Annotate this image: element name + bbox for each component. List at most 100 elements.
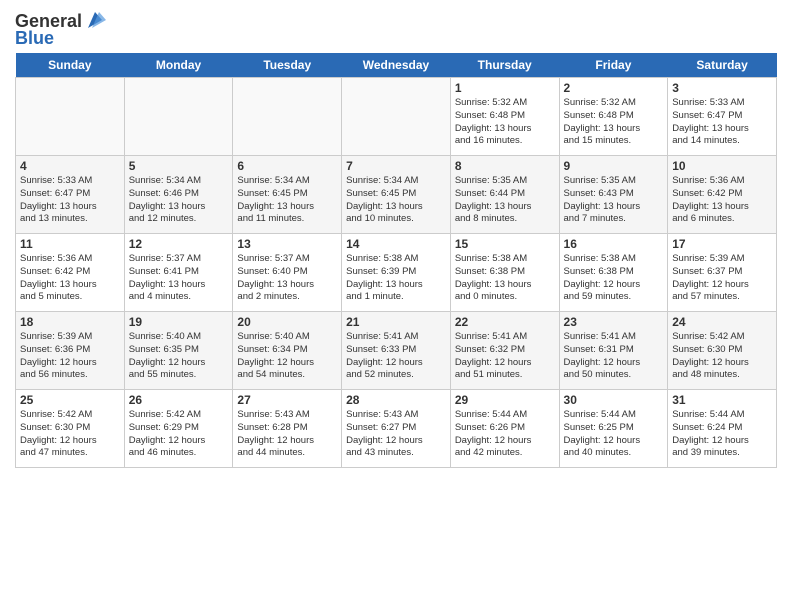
week-row-4: 18Sunrise: 5:39 AM Sunset: 6:36 PM Dayli… xyxy=(16,312,777,390)
calendar-cell: 7 Sunrise: 5:34 AM Sunset: 6:45 PM Daylig… xyxy=(342,156,451,234)
calendar-cell: 1 Sunrise: 5:32 AM Sunset: 6:48 PM Daylig… xyxy=(450,78,559,156)
day-number: 18 xyxy=(20,315,120,329)
day-info: Sunrise: 5:44 AM Sunset: 6:26 PM Dayligh… xyxy=(455,409,555,460)
day-info: Sunrise: 5:32 AM Sunset: 6:48 PM Dayligh… xyxy=(564,97,664,148)
day-number: 10 xyxy=(672,159,772,173)
day-number: 27 xyxy=(237,393,337,407)
calendar-cell: 25 Sunrise: 5:42 AM Sunset: 6:30 PM Dayli… xyxy=(16,390,125,468)
day-info: Sunrise: 5:35 AM Sunset: 6:43 PM Dayligh… xyxy=(564,175,664,226)
calendar-cell: 2 Sunrise: 5:32 AM Sunset: 6:48 PM Daylig… xyxy=(559,78,668,156)
day-header-tuesday: Tuesday xyxy=(233,53,342,78)
day-number: 28 xyxy=(346,393,446,407)
day-number: 2 xyxy=(564,81,664,95)
calendar-cell: 8Sunrise: 5:35 AM Sunset: 6:44 PM Daylig… xyxy=(450,156,559,234)
calendar-cell: 19 Sunrise: 5:40 AM Sunset: 6:35 PM Dayli… xyxy=(124,312,233,390)
day-info: Sunrise: 5:37 AM Sunset: 6:40 PM Dayligh… xyxy=(237,253,337,304)
day-header-wednesday: Wednesday xyxy=(342,53,451,78)
day-info: Sunrise: 5:44 AM Sunset: 6:25 PM Dayligh… xyxy=(564,409,664,460)
calendar-cell: 14Sunrise: 5:38 AM Sunset: 6:39 PM Dayli… xyxy=(342,234,451,312)
day-number: 7 xyxy=(346,159,446,173)
day-info: Sunrise: 5:34 AM Sunset: 6:45 PM Dayligh… xyxy=(237,175,337,226)
day-header-saturday: Saturday xyxy=(668,53,777,78)
header: General Blue xyxy=(15,10,777,49)
day-number: 9 xyxy=(564,159,664,173)
day-info: Sunrise: 5:40 AM Sunset: 6:35 PM Dayligh… xyxy=(129,331,229,382)
day-number: 20 xyxy=(237,315,337,329)
calendar-cell: 9 Sunrise: 5:35 AM Sunset: 6:43 PM Daylig… xyxy=(559,156,668,234)
week-row-2: 4Sunrise: 5:33 AM Sunset: 6:47 PM Daylig… xyxy=(16,156,777,234)
day-info: Sunrise: 5:43 AM Sunset: 6:28 PM Dayligh… xyxy=(237,409,337,460)
calendar-cell xyxy=(16,78,125,156)
calendar-cell: 26 Sunrise: 5:42 AM Sunset: 6:29 PM Dayli… xyxy=(124,390,233,468)
day-info: Sunrise: 5:42 AM Sunset: 6:30 PM Dayligh… xyxy=(672,331,772,382)
calendar-cell: 5 Sunrise: 5:34 AM Sunset: 6:46 PM Daylig… xyxy=(124,156,233,234)
calendar-cell xyxy=(233,78,342,156)
calendar-cell: 11Sunrise: 5:36 AM Sunset: 6:42 PM Dayli… xyxy=(16,234,125,312)
week-row-3: 11Sunrise: 5:36 AM Sunset: 6:42 PM Dayli… xyxy=(16,234,777,312)
day-number: 22 xyxy=(455,315,555,329)
calendar-cell: 28 Sunrise: 5:43 AM Sunset: 6:27 PM Dayli… xyxy=(342,390,451,468)
day-info: Sunrise: 5:38 AM Sunset: 6:38 PM Dayligh… xyxy=(455,253,555,304)
day-info: Sunrise: 5:41 AM Sunset: 6:33 PM Dayligh… xyxy=(346,331,446,382)
calendar-cell: 30Sunrise: 5:44 AM Sunset: 6:25 PM Dayli… xyxy=(559,390,668,468)
day-info: Sunrise: 5:40 AM Sunset: 6:34 PM Dayligh… xyxy=(237,331,337,382)
day-info: Sunrise: 5:38 AM Sunset: 6:38 PM Dayligh… xyxy=(564,253,664,304)
calendar-cell xyxy=(342,78,451,156)
calendar-cell: 6 Sunrise: 5:34 AM Sunset: 6:45 PM Daylig… xyxy=(233,156,342,234)
day-info: Sunrise: 5:36 AM Sunset: 6:42 PM Dayligh… xyxy=(20,253,120,304)
calendar-cell: 23 Sunrise: 5:41 AM Sunset: 6:31 PM Dayli… xyxy=(559,312,668,390)
days-header-row: SundayMondayTuesdayWednesdayThursdayFrid… xyxy=(16,53,777,78)
day-number: 17 xyxy=(672,237,772,251)
day-info: Sunrise: 5:32 AM Sunset: 6:48 PM Dayligh… xyxy=(455,97,555,148)
day-number: 24 xyxy=(672,315,772,329)
calendar-cell: 27 Sunrise: 5:43 AM Sunset: 6:28 PM Dayli… xyxy=(233,390,342,468)
day-number: 16 xyxy=(564,237,664,251)
day-number: 3 xyxy=(672,81,772,95)
day-info: Sunrise: 5:44 AM Sunset: 6:24 PM Dayligh… xyxy=(672,409,772,460)
day-info: Sunrise: 5:37 AM Sunset: 6:41 PM Dayligh… xyxy=(129,253,229,304)
day-number: 25 xyxy=(20,393,120,407)
day-number: 5 xyxy=(129,159,229,173)
calendar-cell: 29Sunrise: 5:44 AM Sunset: 6:26 PM Dayli… xyxy=(450,390,559,468)
day-number: 31 xyxy=(672,393,772,407)
day-info: Sunrise: 5:36 AM Sunset: 6:42 PM Dayligh… xyxy=(672,175,772,226)
day-info: Sunrise: 5:42 AM Sunset: 6:30 PM Dayligh… xyxy=(20,409,120,460)
day-info: Sunrise: 5:34 AM Sunset: 6:46 PM Dayligh… xyxy=(129,175,229,226)
logo: General Blue xyxy=(15,10,106,49)
day-number: 12 xyxy=(129,237,229,251)
day-number: 23 xyxy=(564,315,664,329)
logo-blue: Blue xyxy=(15,28,54,49)
logo-icon xyxy=(84,10,106,32)
day-info: Sunrise: 5:34 AM Sunset: 6:45 PM Dayligh… xyxy=(346,175,446,226)
day-number: 14 xyxy=(346,237,446,251)
day-info: Sunrise: 5:41 AM Sunset: 6:32 PM Dayligh… xyxy=(455,331,555,382)
day-number: 26 xyxy=(129,393,229,407)
calendar-cell: 21Sunrise: 5:41 AM Sunset: 6:33 PM Dayli… xyxy=(342,312,451,390)
week-row-5: 25 Sunrise: 5:42 AM Sunset: 6:30 PM Dayli… xyxy=(16,390,777,468)
day-number: 19 xyxy=(129,315,229,329)
calendar-cell: 20 Sunrise: 5:40 AM Sunset: 6:34 PM Dayli… xyxy=(233,312,342,390)
day-number: 6 xyxy=(237,159,337,173)
day-info: Sunrise: 5:42 AM Sunset: 6:29 PM Dayligh… xyxy=(129,409,229,460)
calendar-cell: 3Sunrise: 5:33 AM Sunset: 6:47 PM Daylig… xyxy=(668,78,777,156)
calendar-cell: 10 Sunrise: 5:36 AM Sunset: 6:42 PM Dayli… xyxy=(668,156,777,234)
calendar-cell: 17Sunrise: 5:39 AM Sunset: 6:37 PM Dayli… xyxy=(668,234,777,312)
day-header-friday: Friday xyxy=(559,53,668,78)
calendar-cell: 24 Sunrise: 5:42 AM Sunset: 6:30 PM Dayli… xyxy=(668,312,777,390)
day-info: Sunrise: 5:43 AM Sunset: 6:27 PM Dayligh… xyxy=(346,409,446,460)
calendar-cell: 22 Sunrise: 5:41 AM Sunset: 6:32 PM Dayli… xyxy=(450,312,559,390)
day-number: 15 xyxy=(455,237,555,251)
day-info: Sunrise: 5:35 AM Sunset: 6:44 PM Dayligh… xyxy=(455,175,555,226)
week-row-1: 1 Sunrise: 5:32 AM Sunset: 6:48 PM Daylig… xyxy=(16,78,777,156)
calendar-cell: 12 Sunrise: 5:37 AM Sunset: 6:41 PM Dayli… xyxy=(124,234,233,312)
calendar-cell: 15 Sunrise: 5:38 AM Sunset: 6:38 PM Dayli… xyxy=(450,234,559,312)
day-number: 1 xyxy=(455,81,555,95)
calendar-cell xyxy=(124,78,233,156)
day-header-monday: Monday xyxy=(124,53,233,78)
day-info: Sunrise: 5:41 AM Sunset: 6:31 PM Dayligh… xyxy=(564,331,664,382)
calendar-cell: 18Sunrise: 5:39 AM Sunset: 6:36 PM Dayli… xyxy=(16,312,125,390)
calendar-cell: 31 Sunrise: 5:44 AM Sunset: 6:24 PM Dayli… xyxy=(668,390,777,468)
calendar-table: SundayMondayTuesdayWednesdayThursdayFrid… xyxy=(15,53,777,468)
calendar-cell: 16 Sunrise: 5:38 AM Sunset: 6:38 PM Dayli… xyxy=(559,234,668,312)
day-number: 4 xyxy=(20,159,120,173)
